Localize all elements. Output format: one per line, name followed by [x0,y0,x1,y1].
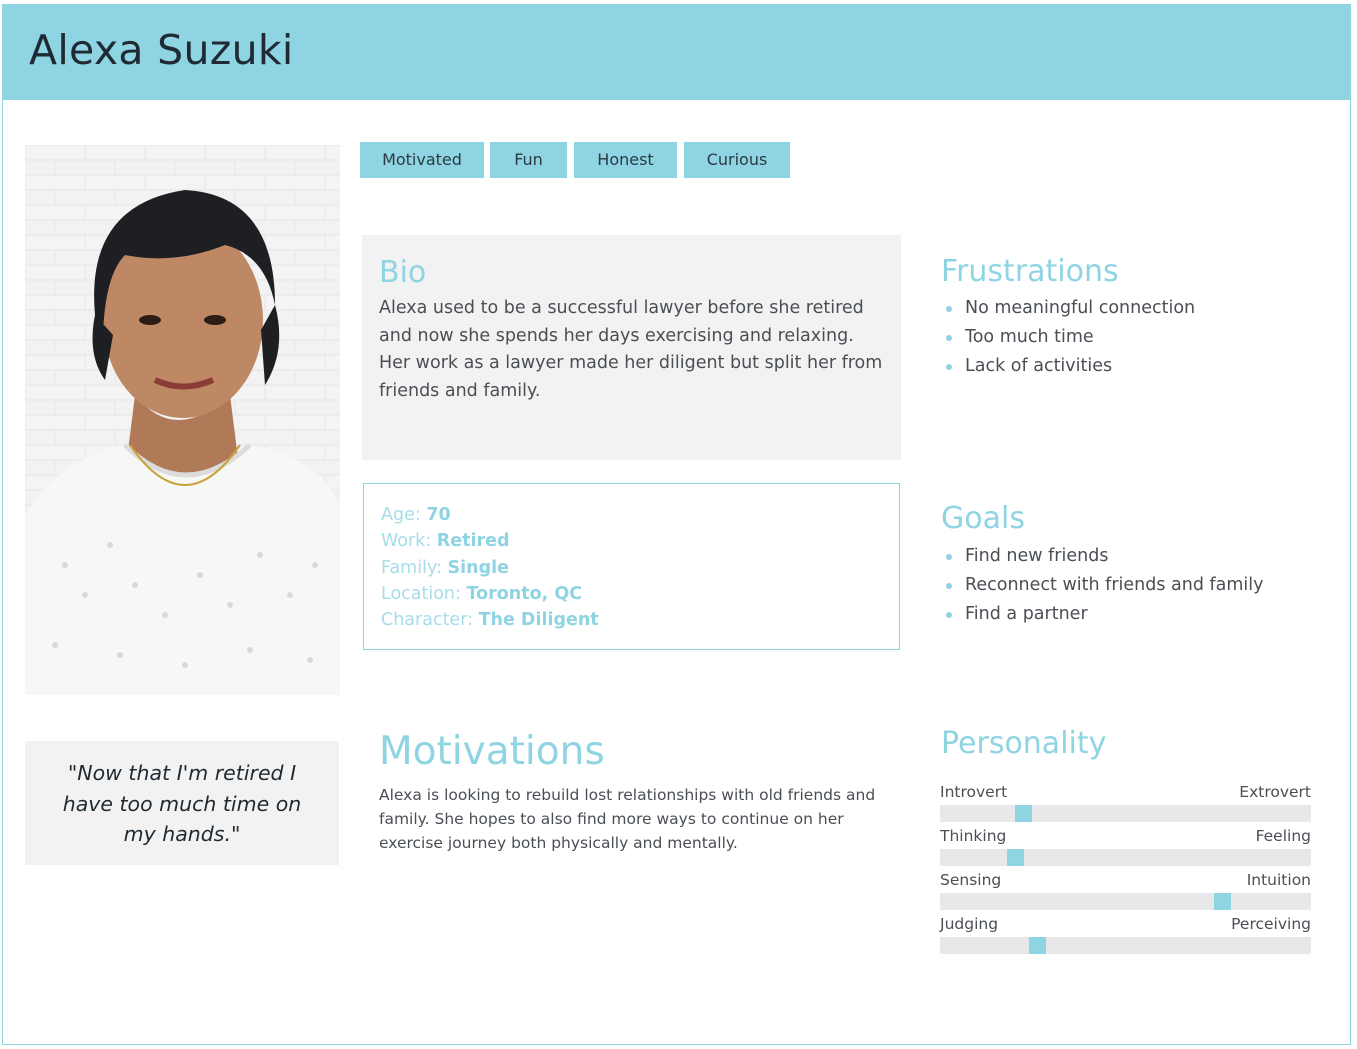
detail-label: Location: [381,583,461,604]
frustrations-list: No meaningful connection Too much time L… [941,294,1195,381]
detail-label: Age: [381,505,421,525]
trait-slider-knob [1014,805,1032,822]
trait-slider-knob [1213,893,1231,910]
trait-sensing-intuition: Sensing Intuition [940,871,1311,915]
bio-panel: Bio Alexa used to be a successful lawyer… [362,235,901,460]
detail-value: Single [447,557,509,578]
persona-name: Alexa Suzuki [29,26,294,74]
trait-slider-knob [1029,937,1047,954]
trait-slider-knob [1007,849,1025,866]
detail-label: Work: [381,531,432,552]
frustrations-title: Frustrations [941,254,1119,289]
header-bar: Alexa Suzuki [2,4,1351,100]
detail-work: Work: Retired [381,528,899,554]
detail-label: Family: [381,557,442,578]
trait-slider-track [940,937,1311,954]
quote-panel: "Now that I'm retired I have too much ti… [25,741,339,865]
trait-thinking-feeling: Thinking Feeling [940,827,1311,871]
trait-left-label: Thinking [940,827,1007,845]
motivations-text: Alexa is looking to rebuild lost relatio… [379,786,876,852]
trait-slider-track [940,805,1311,822]
trait-left-label: Judging [940,915,999,933]
trait-right-label: Feeling [1255,827,1311,845]
detail-age: Age: 70 [381,502,899,528]
tag-curious: Curious [684,142,790,178]
goals-title: Goals [941,501,1025,536]
detail-value: 70 [426,505,451,525]
list-item: Find new friends [941,542,1264,571]
persona-quote: "Now that I'm retired I have too much ti… [62,761,302,846]
tag-honest: Honest [574,142,677,178]
list-item: Too much time [941,323,1195,352]
trait-introvert-extrovert: Introvert Extrovert [940,783,1311,827]
list-item: No meaningful connection [941,294,1195,323]
motivations-title: Motivations [379,729,605,774]
portrait-photo-icon [25,145,340,695]
persona-photo [25,145,340,695]
list-item: Lack of activities [941,352,1195,381]
bio-title: Bio [379,255,427,290]
list-item: Reconnect with friends and family [941,571,1264,600]
list-item: Find a partner [941,600,1264,629]
personality-title: Personality [941,726,1107,761]
trait-left-label: Introvert [940,783,1008,801]
detail-character: Character: The Diligent [381,607,899,633]
trait-right-label: Perceiving [1231,915,1311,933]
detail-value: Toronto, QC [466,583,583,604]
details-panel: Age: 70 Work: Retired Family: Single Loc… [363,483,900,650]
detail-family: Family: Single [381,555,899,581]
detail-location: Location: Toronto, QC [381,581,899,607]
trait-left-label: Sensing [940,871,1002,889]
trait-right-label: Intuition [1246,871,1311,889]
goals-list: Find new friends Reconnect with friends … [941,542,1264,629]
trait-slider-track [940,893,1311,910]
bio-text: Alexa used to be a successful lawyer bef… [379,298,883,401]
trait-slider-track [940,849,1311,866]
tag-fun: Fun [490,142,567,178]
trait-judging-perceiving: Judging Perceiving [940,915,1311,959]
detail-label: Character: [381,610,473,631]
tag-motivated: Motivated [360,142,484,178]
detail-value: The Diligent [478,610,599,631]
trait-right-label: Extrovert [1239,783,1311,801]
detail-value: Retired [436,531,510,552]
